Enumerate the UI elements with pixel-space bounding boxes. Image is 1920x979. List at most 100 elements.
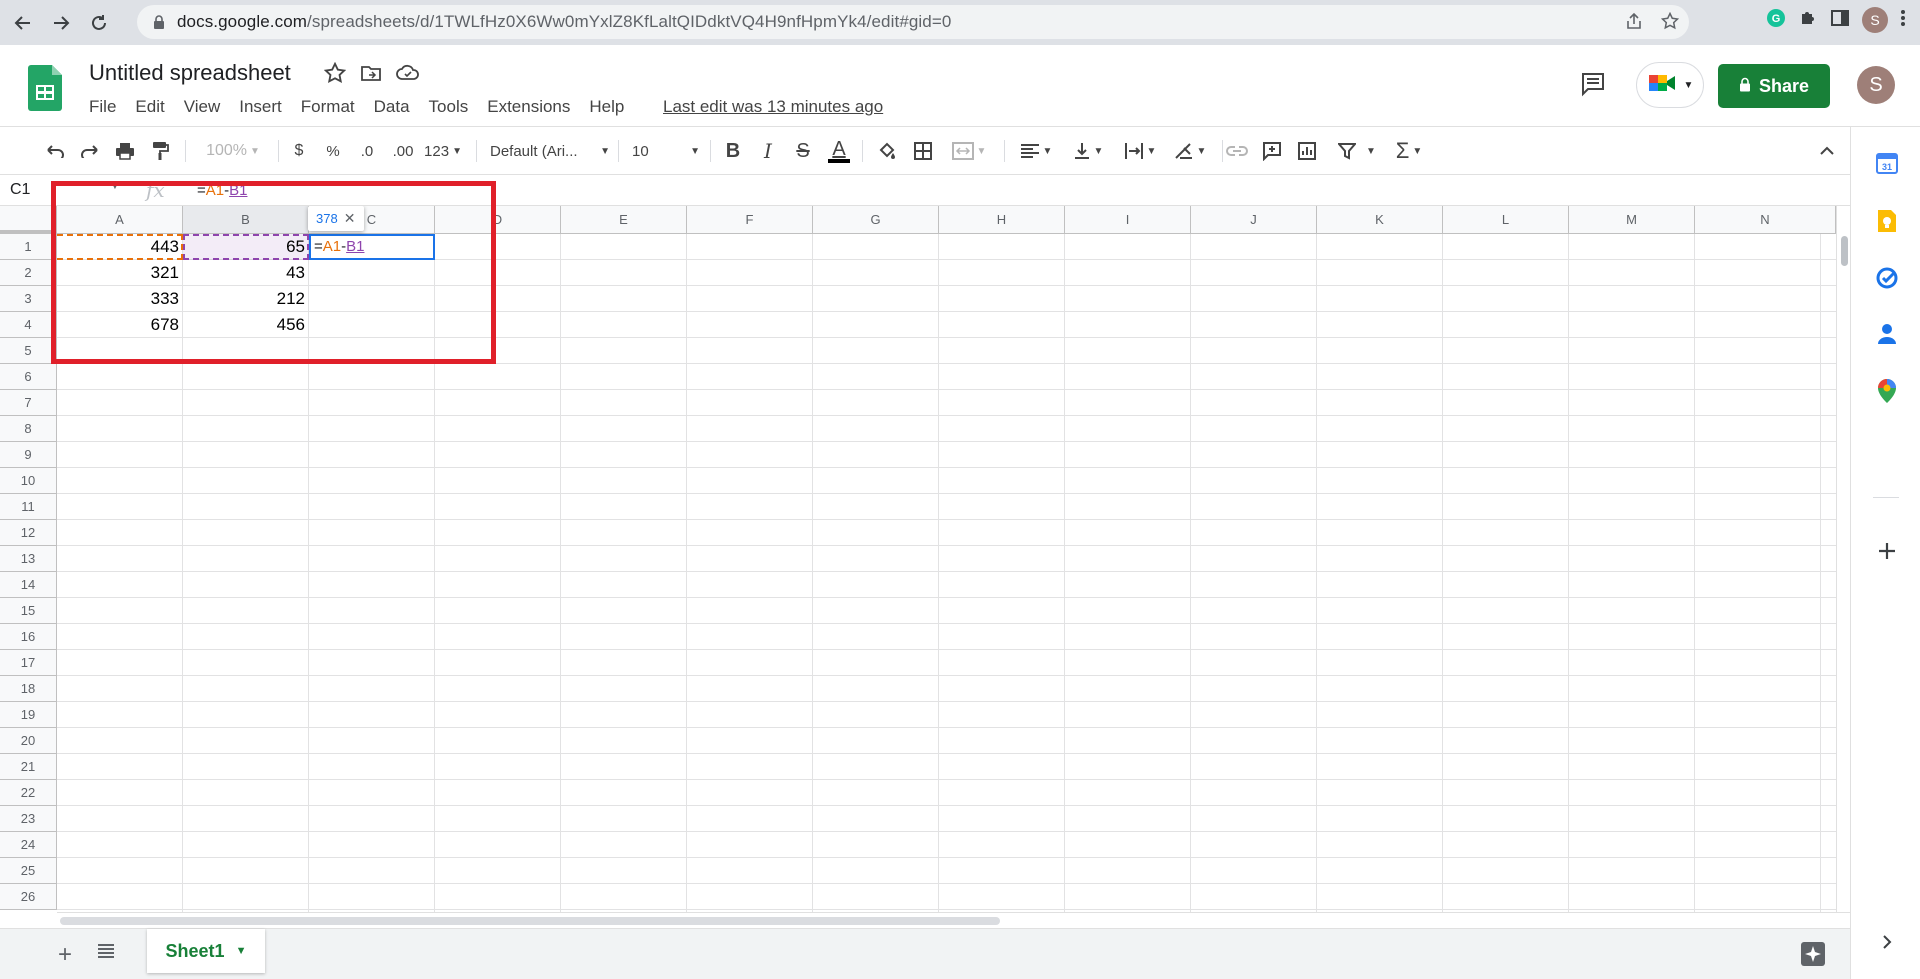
side-panel-icon[interactable] <box>1830 8 1850 33</box>
bold-button[interactable]: B <box>720 128 746 174</box>
bookmark-star-icon[interactable] <box>1660 11 1680 35</box>
insert-comment-icon[interactable] <box>1257 128 1287 174</box>
get-addons-plus-icon[interactable] <box>1873 537 1901 565</box>
column-header-e[interactable]: E <box>561 206 687 234</box>
contacts-icon[interactable] <box>1873 320 1901 348</box>
merge-cells-icon[interactable]: ▼ <box>944 128 994 174</box>
row-header-12[interactable]: 12 <box>0 520 57 546</box>
name-box[interactable]: C1 <box>10 181 30 199</box>
browser-profile-avatar[interactable]: S <box>1862 7 1888 33</box>
keep-icon[interactable] <box>1873 207 1901 235</box>
text-color-button[interactable]: A <box>826 128 852 174</box>
menu-format[interactable]: Format <box>301 97 355 117</box>
extensions-puzzle-icon[interactable] <box>1798 8 1818 33</box>
font-family-select[interactable]: Default (Ari... ▼ <box>490 128 610 174</box>
row-header-17[interactable]: 17 <box>0 650 57 676</box>
meet-button[interactable]: ▼ <box>1636 62 1704 108</box>
account-avatar[interactable]: S <box>1857 66 1895 104</box>
row-header-6[interactable]: 6 <box>0 364 57 390</box>
row-header-14[interactable]: 14 <box>0 572 57 598</box>
collapse-menu-icon[interactable] <box>1814 128 1840 174</box>
row-header-11[interactable]: 11 <box>0 494 57 520</box>
move-folder-icon[interactable] <box>360 62 382 89</box>
sheets-logo-icon[interactable] <box>28 65 62 111</box>
insert-chart-icon[interactable] <box>1292 128 1322 174</box>
row-header-7[interactable]: 7 <box>0 390 57 416</box>
row-header-1[interactable]: 1 <box>0 234 57 260</box>
paint-format-icon[interactable] <box>145 128 175 174</box>
increase-decimal-button[interactable]: .00 <box>386 128 420 174</box>
row-header-9[interactable]: 9 <box>0 442 57 468</box>
horizontal-scroll-thumb[interactable] <box>60 917 1000 925</box>
column-header-g[interactable]: G <box>813 206 939 234</box>
cloud-status-icon[interactable] <box>396 62 420 89</box>
star-icon[interactable] <box>323 61 347 89</box>
column-header-i[interactable]: I <box>1065 206 1191 234</box>
print-icon[interactable] <box>110 128 140 174</box>
row-header-23[interactable]: 23 <box>0 806 57 832</box>
redo-icon[interactable] <box>75 128 105 174</box>
share-page-icon[interactable] <box>1625 12 1643 35</box>
row-header-19[interactable]: 19 <box>0 702 57 728</box>
browser-menu-icon[interactable] <box>1900 8 1906 33</box>
fill-color-icon[interactable] <box>872 128 902 174</box>
text-wrapping-icon[interactable]: ▼ <box>1118 128 1162 174</box>
document-title[interactable]: Untitled spreadsheet <box>89 60 291 86</box>
row-header-13[interactable]: 13 <box>0 546 57 572</box>
filter-icon[interactable]: ▼ <box>1332 128 1382 174</box>
borders-icon[interactable] <box>908 128 938 174</box>
text-rotation-icon[interactable]: ▼ <box>1168 128 1212 174</box>
row-header-15[interactable]: 15 <box>0 598 57 624</box>
menu-tools[interactable]: Tools <box>429 97 469 117</box>
percent-format-button[interactable]: % <box>320 128 346 174</box>
vertical-scroll-thumb[interactable] <box>1841 236 1848 266</box>
grammarly-extension-icon[interactable]: G <box>1766 8 1786 33</box>
column-header-m[interactable]: M <box>1569 206 1695 234</box>
currency-format-button[interactable]: $ <box>286 128 312 174</box>
row-header-22[interactable]: 22 <box>0 780 57 806</box>
forward-icon[interactable] <box>46 8 76 38</box>
functions-button[interactable]: Σ ▼ <box>1386 128 1432 174</box>
calendar-icon[interactable]: 31 <box>1873 149 1901 177</box>
chevron-right-icon[interactable] <box>1873 928 1901 956</box>
explore-icon[interactable] <box>1800 941 1826 972</box>
menu-help[interactable]: Help <box>589 97 624 117</box>
column-header-j[interactable]: J <box>1191 206 1317 234</box>
sheet-tab-sheet1[interactable]: Sheet1 ▼ <box>147 929 265 973</box>
add-sheet-icon[interactable]: + <box>58 941 72 969</box>
column-header-k[interactable]: K <box>1317 206 1443 234</box>
menu-view[interactable]: View <box>184 97 221 117</box>
row-header-18[interactable]: 18 <box>0 676 57 702</box>
menu-edit[interactable]: Edit <box>135 97 164 117</box>
horizontal-scrollbar[interactable] <box>57 912 1850 928</box>
decrease-decimal-button[interactable]: .0 <box>352 128 382 174</box>
vertical-scrollbar[interactable] <box>1836 206 1850 912</box>
column-header-n[interactable]: N <box>1695 206 1836 234</box>
row-header-21[interactable]: 21 <box>0 754 57 780</box>
maps-icon[interactable] <box>1873 377 1901 405</box>
row-header-10[interactable]: 10 <box>0 468 57 494</box>
back-icon[interactable] <box>8 8 38 38</box>
more-formats-button[interactable]: 123 ▼ <box>420 128 466 174</box>
all-sheets-icon[interactable] <box>97 943 115 964</box>
row-header-26[interactable]: 26 <box>0 884 57 910</box>
column-header-l[interactable]: L <box>1443 206 1569 234</box>
row-header-4[interactable]: 4 <box>0 312 57 338</box>
column-header-f[interactable]: F <box>687 206 813 234</box>
menu-extensions[interactable]: Extensions <box>487 97 570 117</box>
row-header-16[interactable]: 16 <box>0 624 57 650</box>
row-header-2[interactable]: 2 <box>0 260 57 286</box>
row-header-20[interactable]: 20 <box>0 728 57 754</box>
address-bar[interactable]: docs.google.com/spreadsheets/d/1TWLfHz0X… <box>137 5 1689 39</box>
row-header-25[interactable]: 25 <box>0 858 57 884</box>
share-button[interactable]: Share <box>1718 64 1830 108</box>
menu-file[interactable]: File <box>89 97 116 117</box>
menu-data[interactable]: Data <box>374 97 410 117</box>
row-header-8[interactable]: 8 <box>0 416 57 442</box>
vertical-align-icon[interactable]: ▼ <box>1066 128 1110 174</box>
horizontal-align-icon[interactable]: ▼ <box>1014 128 1058 174</box>
undo-icon[interactable] <box>40 128 70 174</box>
strikethrough-button[interactable]: S <box>790 128 816 174</box>
select-all-corner[interactable] <box>0 206 57 234</box>
row-header-3[interactable]: 3 <box>0 286 57 312</box>
